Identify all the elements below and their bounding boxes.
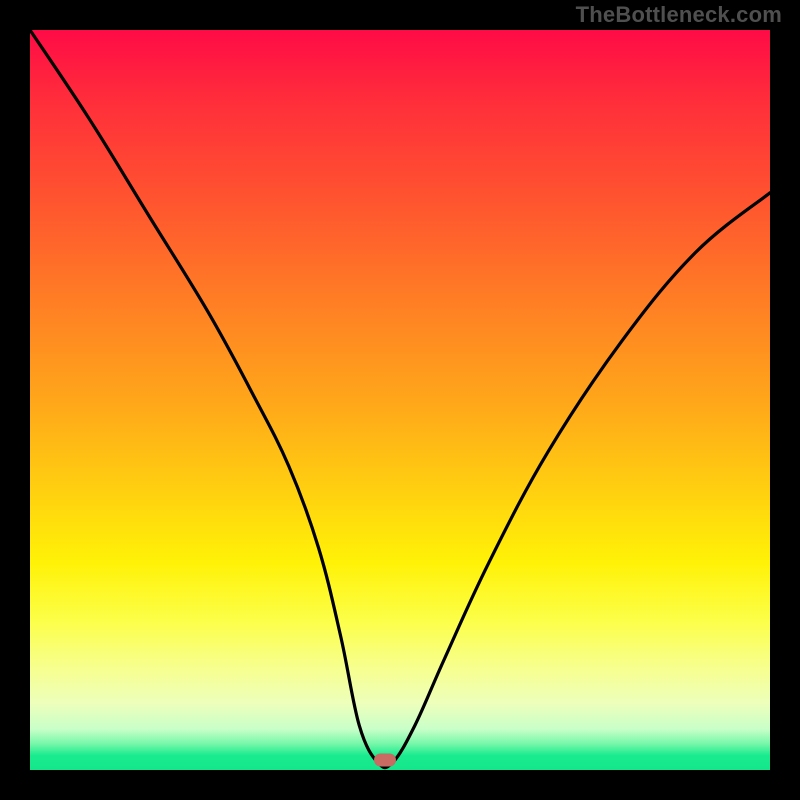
optimal-point-marker: [374, 754, 396, 767]
watermark-text: TheBottleneck.com: [576, 2, 782, 28]
chart-frame: TheBottleneck.com: [0, 0, 800, 800]
plot-area: [30, 30, 770, 770]
bottleneck-curve: [30, 30, 770, 768]
curve-layer: [30, 30, 770, 770]
